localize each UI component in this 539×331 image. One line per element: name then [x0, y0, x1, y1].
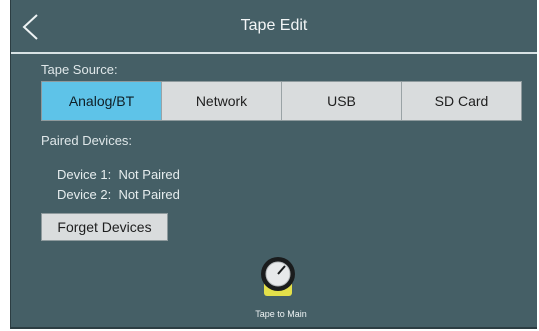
- source-analog-bt-button[interactable]: Analog/BT: [42, 82, 162, 120]
- device-2-line: Device 2: Not Paired: [57, 187, 180, 202]
- page-title: Tape Edit: [240, 17, 308, 34]
- header-bar: Tape Edit: [11, 0, 537, 54]
- device-2-status: Not Paired: [118, 187, 180, 202]
- knob-label: Tape to Main: [255, 309, 307, 319]
- device-2-name: Device 2:: [57, 187, 112, 202]
- source-sd-card-button[interactable]: SD Card: [402, 82, 521, 120]
- device-1-line: Device 1: Not Paired: [57, 167, 180, 182]
- device-1-name: Device 1:: [57, 167, 112, 182]
- source-usb-button[interactable]: USB: [282, 82, 402, 120]
- paired-devices-label: Paired Devices:: [41, 133, 133, 148]
- tape-edit-panel: Tape Edit Tape Source: Analog/BT Network…: [10, 0, 537, 329]
- device-1-status: Not Paired: [118, 167, 180, 182]
- tape-source-selector: Analog/BT Network USB SD Card: [41, 81, 522, 121]
- tape-to-main-knob[interactable]: [258, 254, 298, 298]
- tape-source-label: Tape Source:: [41, 62, 118, 77]
- knob-icon: [261, 257, 295, 296]
- source-network-button[interactable]: Network: [162, 82, 282, 120]
- forget-devices-button[interactable]: Forget Devices: [41, 213, 168, 241]
